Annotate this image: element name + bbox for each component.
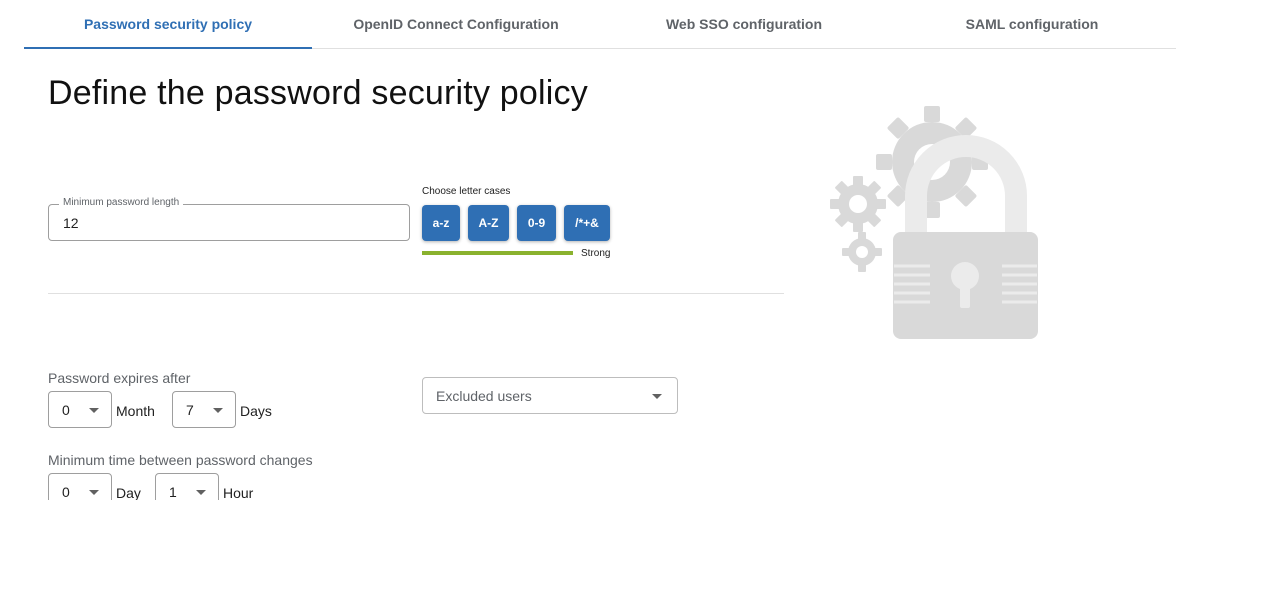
min-change-hour-unit: Hour	[223, 485, 254, 500]
min-change-hour-select[interactable]: 1	[155, 473, 219, 500]
lowercase-button[interactable]: a-z	[422, 205, 460, 241]
min-change-day-value: 0	[62, 484, 70, 500]
password-expiry-label: Password expires after	[48, 370, 191, 386]
expiry-month-value: 0	[62, 402, 70, 418]
min-password-length-value[interactable]: 12	[63, 215, 79, 231]
expiry-month-select[interactable]: 0	[48, 391, 112, 428]
gear-padlock-illustration	[826, 104, 1042, 349]
excluded-users-select[interactable]: Excluded users	[422, 377, 678, 414]
content-area: Password security policy OpenID Connect …	[0, 0, 1280, 500]
caret-down-icon	[196, 490, 206, 495]
min-change-label: Minimum time between password changes	[48, 452, 313, 468]
strength-meter	[422, 251, 573, 255]
tab-openid-connect-configuration[interactable]: OpenID Connect Configuration	[312, 0, 600, 48]
tab-web-sso-configuration[interactable]: Web SSO configuration	[600, 0, 888, 48]
min-change-day-unit: Day	[116, 485, 141, 500]
min-change-hour-value: 1	[169, 484, 177, 500]
strength-label: Strong	[581, 248, 611, 259]
tab-saml-configuration[interactable]: SAML configuration	[888, 0, 1176, 48]
symbols-button[interactable]: /*+&	[564, 205, 610, 241]
excluded-users-placeholder: Excluded users	[436, 388, 532, 404]
tab-password-security-policy[interactable]: Password security policy	[24, 0, 312, 49]
digits-button[interactable]: 0-9	[517, 205, 556, 241]
caret-down-icon	[89, 408, 99, 413]
min-change-day-select[interactable]: 0	[48, 473, 112, 500]
caret-down-icon	[652, 394, 662, 399]
expiry-days-value: 7	[186, 402, 194, 418]
expiry-days-select[interactable]: 7	[172, 391, 236, 428]
expiry-month-unit: Month	[116, 403, 155, 419]
page-title: Define the password security policy	[48, 74, 588, 112]
tab-bar: Password security policy OpenID Connect …	[24, 0, 1176, 49]
uppercase-button[interactable]: A-Z	[468, 205, 509, 241]
section-divider	[48, 293, 784, 294]
caret-down-icon	[213, 408, 223, 413]
min-password-length-field[interactable]: Minimum password length 12	[48, 197, 410, 241]
letter-cases-label: Choose letter cases	[422, 186, 511, 197]
min-password-length-label: Minimum password length	[59, 197, 184, 208]
expiry-days-unit: Days	[240, 403, 272, 419]
caret-down-icon	[89, 490, 99, 495]
